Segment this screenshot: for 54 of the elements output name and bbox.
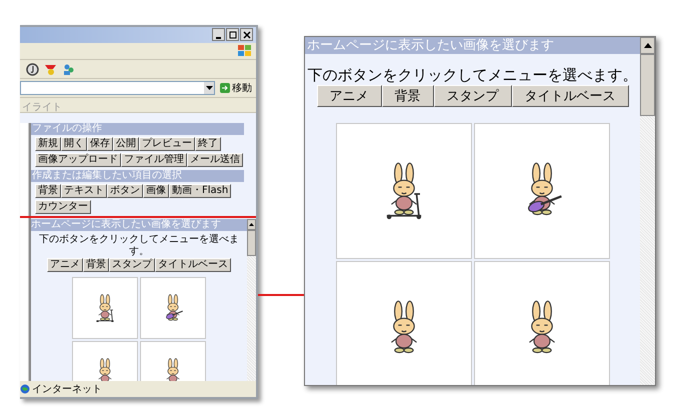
menu-button[interactable]: 開く [61,137,87,151]
globe-icon [20,384,30,394]
scroll-up-button[interactable] [247,219,256,230]
instruction-text: 下のボタンをクリックしてメニューを選べます。 [308,66,638,85]
circle-icon[interactable] [26,62,39,76]
scroll-thumb[interactable] [247,230,256,256]
up-arrow-icon [249,223,254,226]
menu-button[interactable]: メール送信 [187,153,243,167]
instruction-text: 下のボタンをクリックしてメニューを選べます。 [38,234,240,258]
menu-button[interactable]: テキスト [61,184,107,198]
menu-button[interactable]: 終了 [195,137,221,151]
scrollbar[interactable] [247,219,256,381]
image-cell[interactable] [336,123,472,259]
minimize-icon[interactable] [212,28,225,41]
panel-title: ホームページに表示したい画像を選びます [305,37,640,54]
section-header: 作成または編集したい項目の選択 [31,170,244,182]
badge-icon[interactable] [44,62,57,76]
menu-button[interactable]: 背景 [35,184,61,198]
zone-text: インターネット [32,383,102,396]
image-cell[interactable] [72,277,138,339]
menu-button[interactable]: ファイル管理 [121,153,187,167]
section-header: ファイルの操作 [31,123,244,135]
category-button[interactable]: 背景 [382,85,434,107]
category-button[interactable]: タイトルベース [155,258,231,272]
arrow-icon [220,83,230,93]
close-icon[interactable] [240,28,253,41]
scrollbar[interactable] [640,37,655,385]
category-button[interactable]: アニメ [316,85,382,107]
address-field[interactable] [20,81,215,95]
maximize-icon[interactable] [226,28,239,41]
people-icon[interactable] [62,62,75,76]
scroll-up-icon[interactable] [644,43,652,48]
windows-logo-icon [238,45,252,57]
image-cell[interactable] [474,123,610,259]
image-cell[interactable] [140,277,206,339]
menu-button[interactable]: ボタン [107,184,143,198]
category-button[interactable]: タイトルベース [512,85,628,107]
image-cell[interactable] [336,261,472,385]
category-button[interactable]: スタンプ [109,258,155,272]
image-cell[interactable] [474,261,610,385]
menu-button[interactable]: 公開 [113,137,139,151]
category-button[interactable]: 背景 [83,258,109,272]
menu-button[interactable]: カウンター [35,200,91,214]
category-button[interactable]: スタンプ [434,85,512,107]
panel-title: ホームページに表示したい画像を選びます [31,219,247,231]
go-button[interactable]: 移動 [218,81,254,95]
menu-button[interactable]: 画像アップロード [35,153,121,167]
menu-button[interactable]: 画像 [143,184,169,198]
menu-button[interactable]: 保存 [87,137,113,151]
menu-button[interactable]: 動画・Flash [169,184,232,198]
menu-button[interactable]: プレビュー [139,137,195,151]
category-button[interactable]: アニメ [47,258,83,272]
scroll-thumb[interactable] [640,54,655,116]
menu-button[interactable]: 新規 [35,137,61,151]
